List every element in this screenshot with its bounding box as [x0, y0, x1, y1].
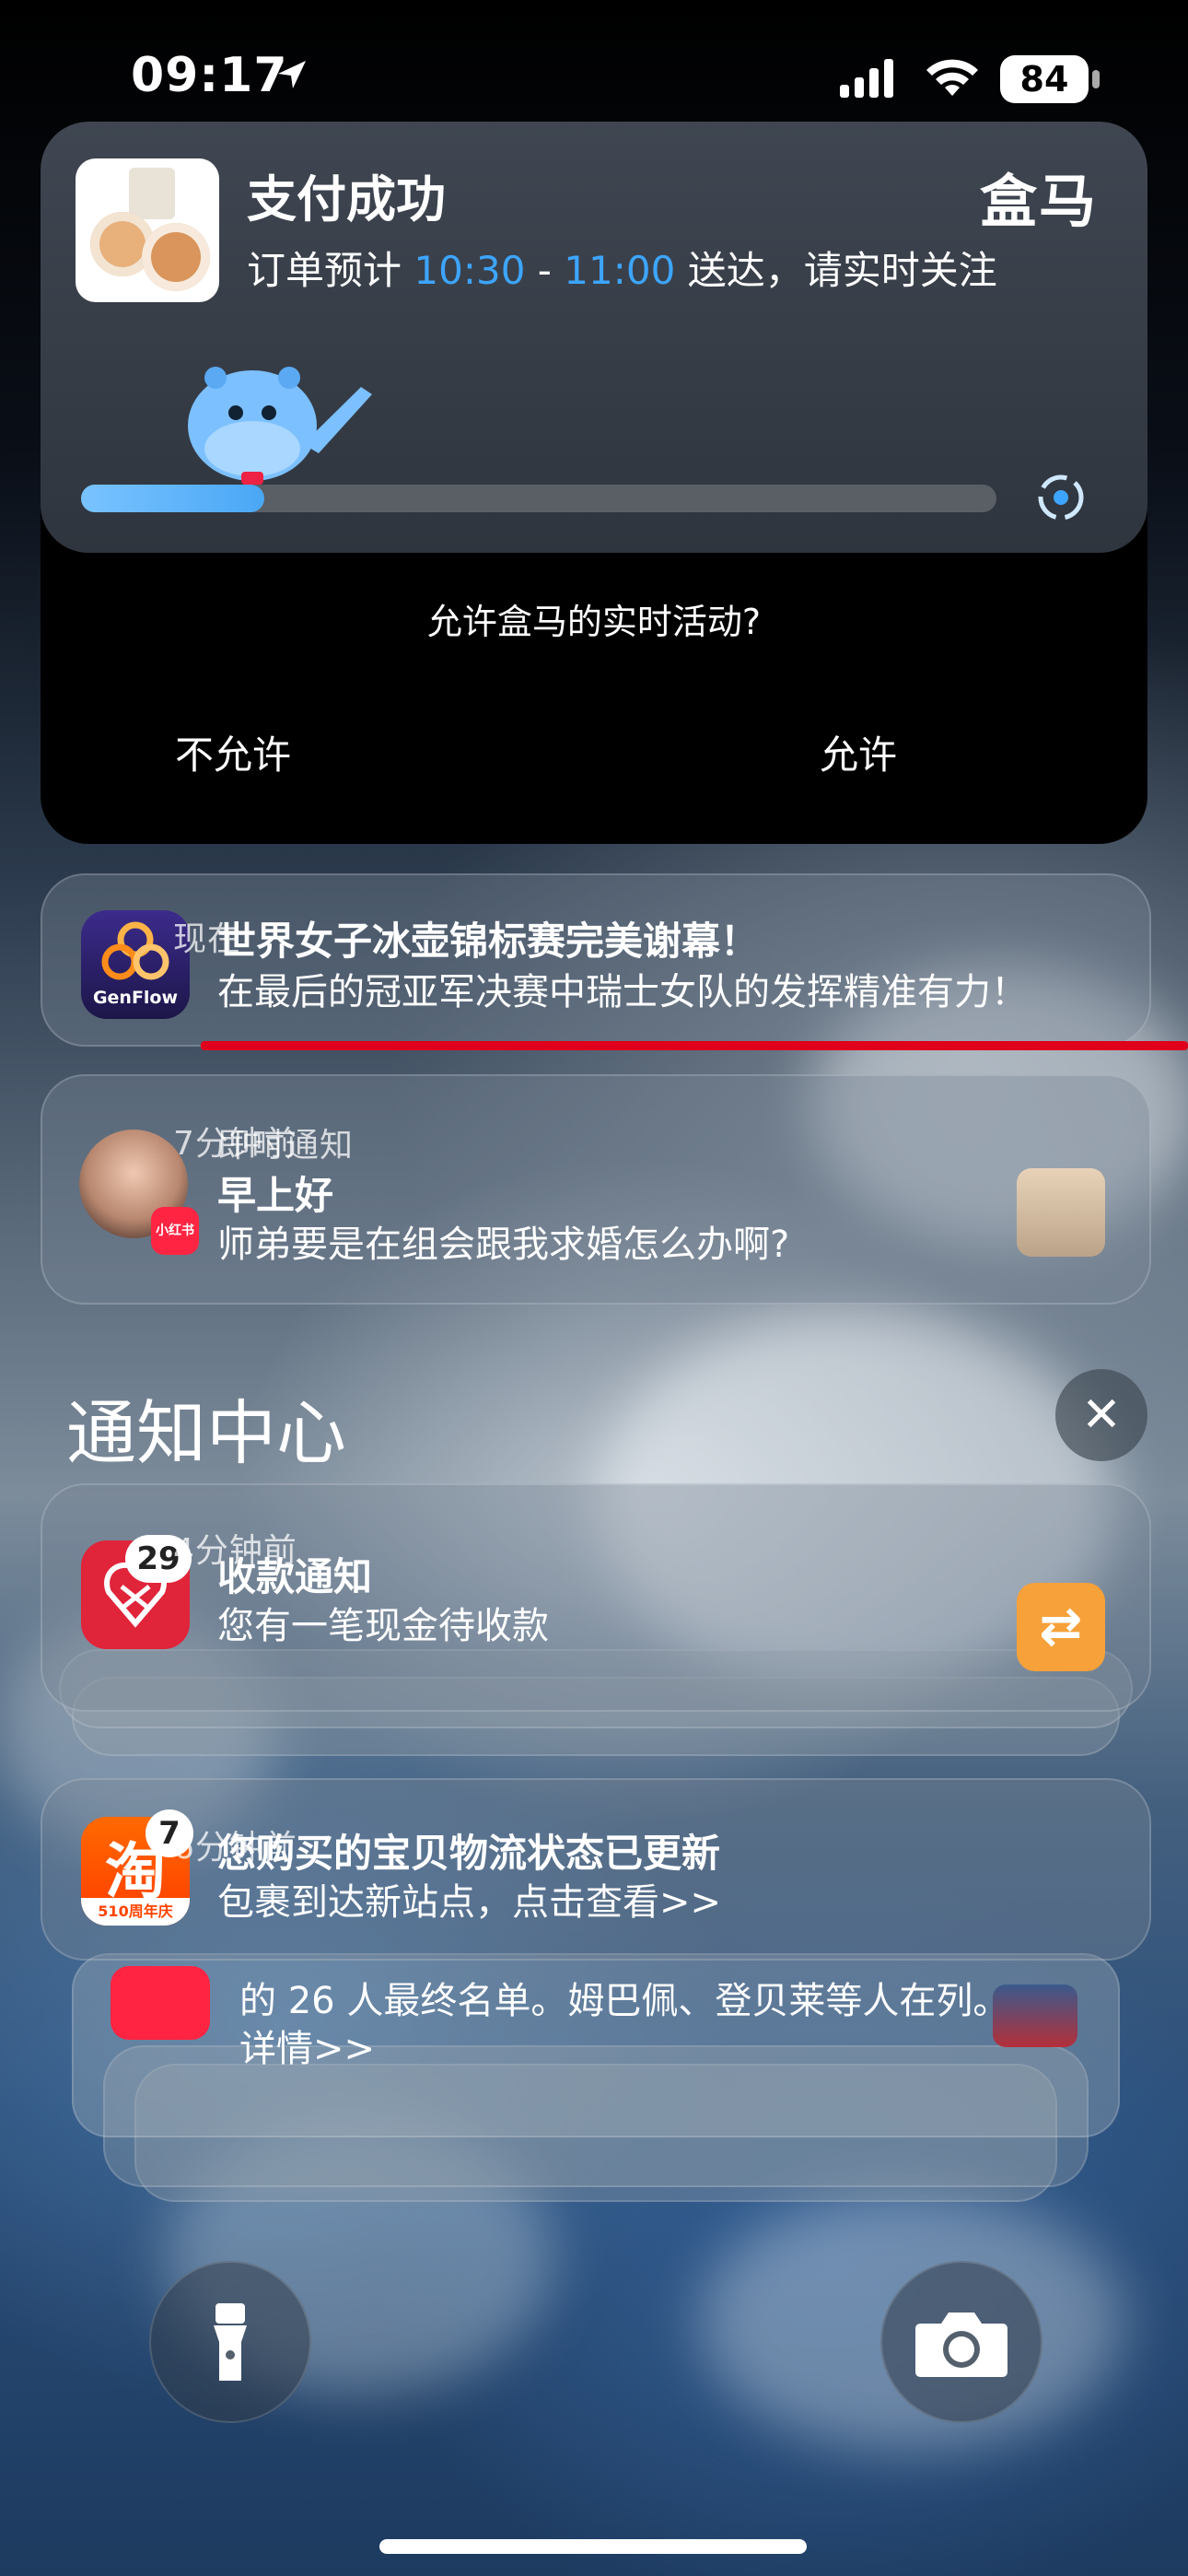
notification-time: 7分钟前 [173, 1125, 297, 1163]
notification-center-title: 通知中心 [66, 1392, 346, 1474]
xiaohongshu-app-icon [111, 1966, 210, 2040]
notification-time: 4分钟前 [173, 1532, 297, 1570]
red-annotation-line [201, 1041, 1188, 1050]
delivery-progress-track [81, 485, 996, 512]
notification-xiaohongshu[interactable]: 小红书 即时通知 早上好 师弟要是在组会跟我求婚怎么办啊? 7分钟前 [41, 1074, 1151, 1305]
flashlight-button[interactable] [149, 2261, 311, 2423]
notification-body: 您有一笔现金待收款 [217, 1605, 549, 1647]
home-indicator[interactable] [379, 2539, 807, 2554]
preview-thumbnail [993, 1985, 1077, 2047]
notification-time: 现在 [173, 920, 242, 958]
live-activity-card[interactable]: 支付成功 盒马 订单预计 10:30 - 11:00 送达，请实时关注 [41, 122, 1147, 553]
xiaohongshu-badge-icon: 小红书 [151, 1207, 199, 1255]
notification-body: 在最后的冠亚军决赛中瑞士女队的发挥精准有力！ [217, 971, 1028, 1013]
stacked-notification-preview[interactable]: 的 26 人最终名单。姆巴佩、登贝莱等人在列。详情>> [72, 1953, 1120, 2137]
taobao-icon-caption: 510周年庆 [81, 1898, 190, 1926]
close-icon[interactable]: ✕ [1055, 1369, 1147, 1461]
subtitle-prefix: 订单预计 [247, 248, 402, 293]
subtitle-suffix: 送达，请实时关注 [687, 248, 997, 293]
notification-title: 早上好 [217, 1173, 334, 1218]
camera-button[interactable] [880, 2261, 1042, 2423]
allow-button[interactable]: 允许 [820, 724, 897, 780]
time-dash: - [537, 248, 552, 293]
permission-question: 允许盒马的实时活动? [426, 602, 762, 642]
live-activity-subtitle: 订单预计 10:30 - 11:00 送达，请实时关注 [247, 240, 997, 296]
notification-thumbnail [1017, 1168, 1105, 1257]
live-activity-banner[interactable]: 支付成功 盒马 订单预计 10:30 - 11:00 送达，请实时关注 允许盒马… [41, 122, 1147, 844]
notification-genflow[interactable]: GenFlow 世界女子冰壶锦标赛完美谢幕！ 在最后的冠亚军决赛中瑞士女队的发挥… [41, 873, 1151, 1047]
location-arrow-icon [278, 61, 306, 88]
wifi-icon [926, 59, 978, 96]
delivery-start-time: 10:30 [413, 248, 526, 293]
delivery-end-time: 11:00 [564, 248, 676, 293]
battery-cap [1092, 70, 1100, 88]
notification-body: 包裹到达新站点，点击查看>> [217, 1881, 722, 1924]
cellular-signal-icon [840, 59, 893, 98]
notification-group-payment[interactable]: 29 收款通知 您有一笔现金待收款 4分钟前 ⇄ [41, 1483, 1151, 1712]
loading-spinner-icon [1038, 474, 1084, 521]
notification-time: 6分钟前 [173, 1829, 297, 1867]
flashlight-icon [214, 2303, 247, 2381]
clock: 09:17 [131, 48, 288, 103]
genflow-icon-label: GenFlow [92, 988, 179, 1008]
hippo-mascot-icon [188, 367, 372, 485]
live-activity-title: 支付成功 [247, 170, 446, 228]
delivery-progress-fill [81, 485, 264, 512]
notification-group-taobao[interactable]: 淘 510周年庆 7 您购买的宝贝物流状态已更新 包裹到达新站点，点击查看>> … [41, 1778, 1151, 1961]
order-thumbnail [76, 158, 219, 302]
deny-button[interactable]: 不允许 [175, 724, 291, 780]
notification-body: 师弟要是在组会跟我求婚怎么办啊? [217, 1224, 790, 1266]
stacked-preview-body: 的 26 人最终名单。姆巴佩、登贝莱等人在列。详情>> [239, 1980, 1010, 2070]
camera-icon [915, 2313, 1007, 2377]
swap-arrows-icon[interactable]: ⇄ [1017, 1583, 1105, 1671]
hema-logo: 盒马 [979, 168, 1098, 235]
battery-icon: 84 [1000, 55, 1089, 103]
